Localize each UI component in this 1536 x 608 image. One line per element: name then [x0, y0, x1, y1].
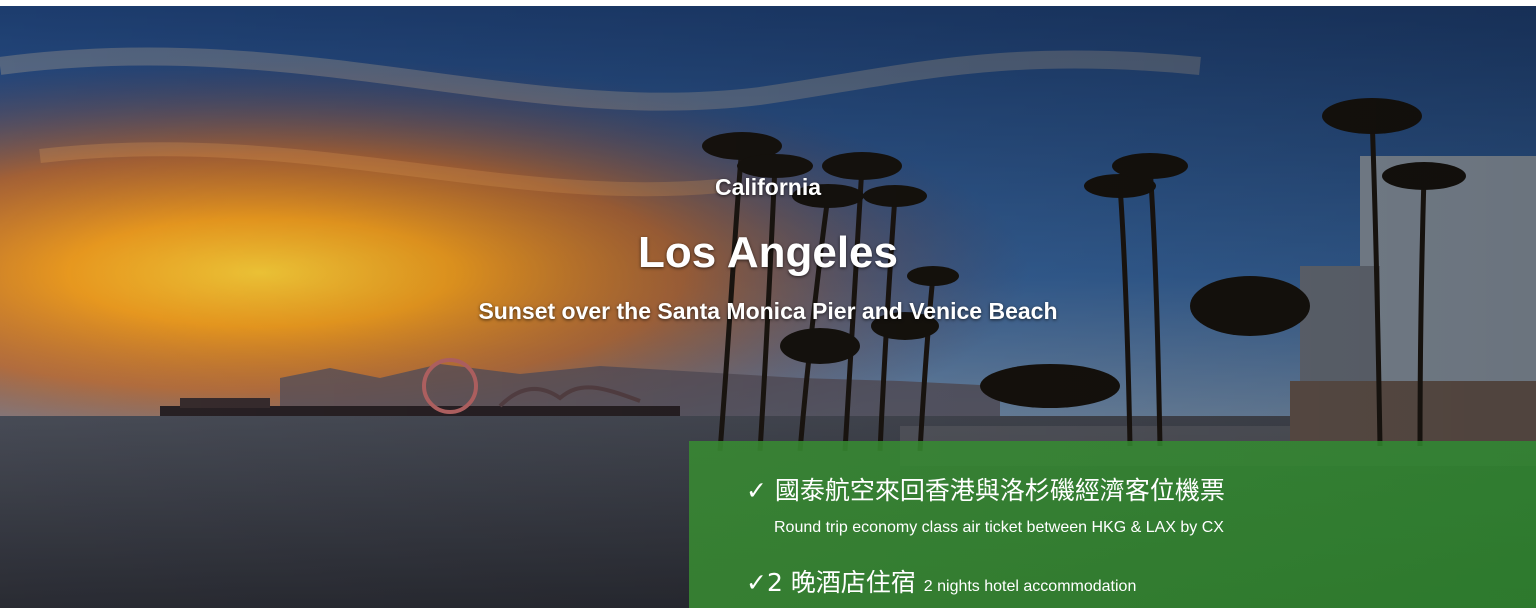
flight-offer-en: Round trip economy class air ticket betw… — [774, 519, 1224, 536]
hotel-offer: ✓2 晚酒店住宿 2 nights hotel accommodation — [746, 563, 1136, 599]
flight-offer-zh: ✓ 國泰航空來回香港與洛杉磯經濟客位機票 — [746, 471, 1225, 507]
city-title: Los Angeles — [638, 228, 898, 277]
offer-panel: ✓ 國泰航空來回香港與洛杉磯經濟客位機票 Round trip economy … — [689, 441, 1536, 608]
hotel-offer-en: 2 nights hotel accommodation — [923, 578, 1137, 595]
checkmark-icon: ✓ — [746, 568, 767, 597]
hotel-offer-zh: 2 晚酒店住宿 — [766, 568, 916, 597]
tagline: Sunset over the Santa Monica Pier and Ve… — [478, 298, 1058, 324]
checkmark-icon: ✓ — [746, 476, 767, 505]
promo-banner: California Los Angeles Sunset over the S… — [0, 6, 1536, 608]
region-label: California — [714, 174, 822, 200]
flight-offer-zh-text: 國泰航空來回香港與洛杉磯經濟客位機票 — [774, 476, 1225, 505]
